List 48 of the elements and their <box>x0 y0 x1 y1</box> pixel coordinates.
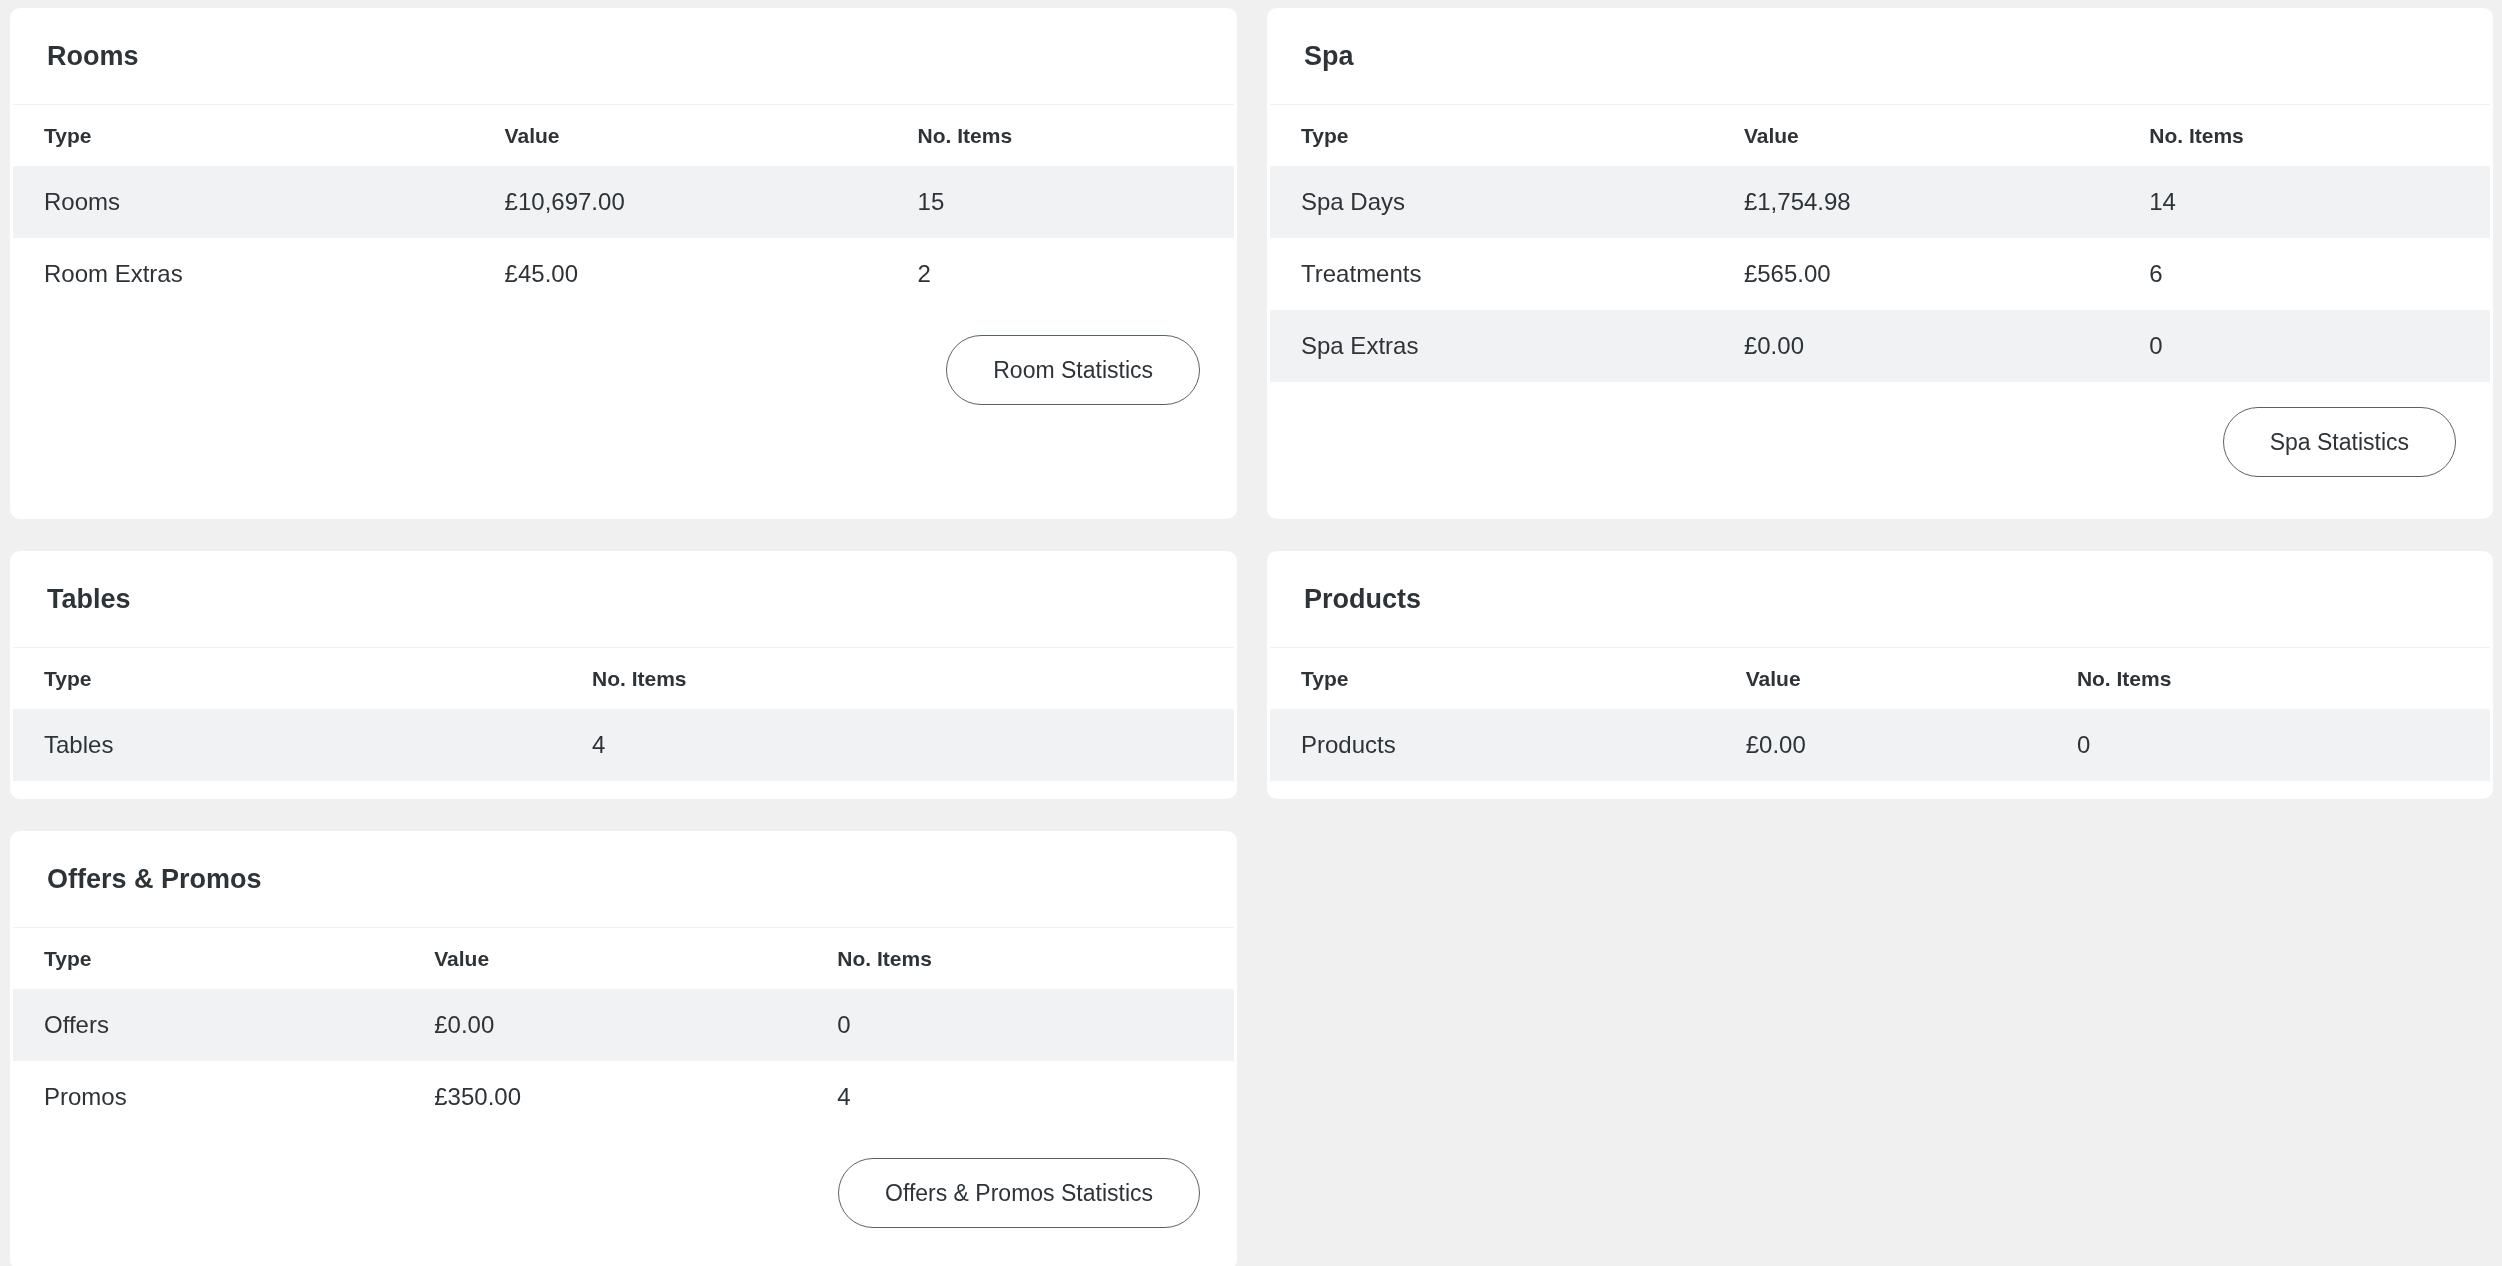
statistics-button[interactable]: Offers & Promos Statistics <box>838 1158 1200 1228</box>
column-header: Type <box>13 648 562 709</box>
table-cell: 0 <box>806 989 1234 1061</box>
table-cell: £10,697.00 <box>473 166 887 238</box>
table-cell: Products <box>1270 709 1715 781</box>
table-cell: £0.00 <box>403 989 807 1061</box>
table-cell: Spa Extras <box>1270 310 1713 382</box>
statistics-button[interactable]: Room Statistics <box>946 335 1200 405</box>
table-cell: 4 <box>806 1061 1234 1133</box>
column-header: Value <box>473 105 887 166</box>
card-title: Tables <box>47 583 131 615</box>
table-cell: 6 <box>2118 238 2490 310</box>
column-header: Type <box>13 928 404 989</box>
column-header: Value <box>1712 105 2119 166</box>
table-cell: £0.00 <box>1712 310 2119 382</box>
column-header: Value <box>1714 648 2046 709</box>
table-cell: 0 <box>2118 310 2490 382</box>
table-cell: Spa Days <box>1270 166 1713 238</box>
column-header: No. Items <box>886 105 1234 166</box>
table-cell: 15 <box>886 166 1234 238</box>
table-cell: Promos <box>13 1061 404 1133</box>
table-cell: £1,754.98 <box>1712 166 2119 238</box>
column-header: No. Items <box>2118 105 2490 166</box>
table-cell: Rooms <box>13 166 474 238</box>
table-cell: 4 <box>561 709 1234 781</box>
statistics-button[interactable]: Spa Statistics <box>2222 407 2456 477</box>
table-cell: £565.00 <box>1712 238 2119 310</box>
table-cell: £350.00 <box>403 1061 807 1133</box>
column-header: Value <box>403 928 807 989</box>
table-cell: 0 <box>2045 709 2490 781</box>
column-header: No. Items <box>806 928 1234 989</box>
card-title: Products <box>1304 583 1422 615</box>
table-cell: £0.00 <box>1714 709 2046 781</box>
table-cell: 14 <box>2118 166 2490 238</box>
column-header: No. Items <box>2045 648 2490 709</box>
column-header: Type <box>1270 648 1715 709</box>
card-title: Spa <box>1304 40 1354 72</box>
card-title: Rooms <box>47 40 139 72</box>
table-cell: Offers <box>13 989 404 1061</box>
column-header: Type <box>1270 105 1713 166</box>
table-cell: Tables <box>13 709 562 781</box>
table-cell: £45.00 <box>473 238 887 310</box>
table-cell: 2 <box>886 238 1234 310</box>
column-header: Type <box>13 105 474 166</box>
card-title: Offers & Promos <box>47 863 262 895</box>
table-cell: Room Extras <box>13 238 474 310</box>
table-cell: Treatments <box>1270 238 1713 310</box>
column-header: No. Items <box>561 648 1234 709</box>
